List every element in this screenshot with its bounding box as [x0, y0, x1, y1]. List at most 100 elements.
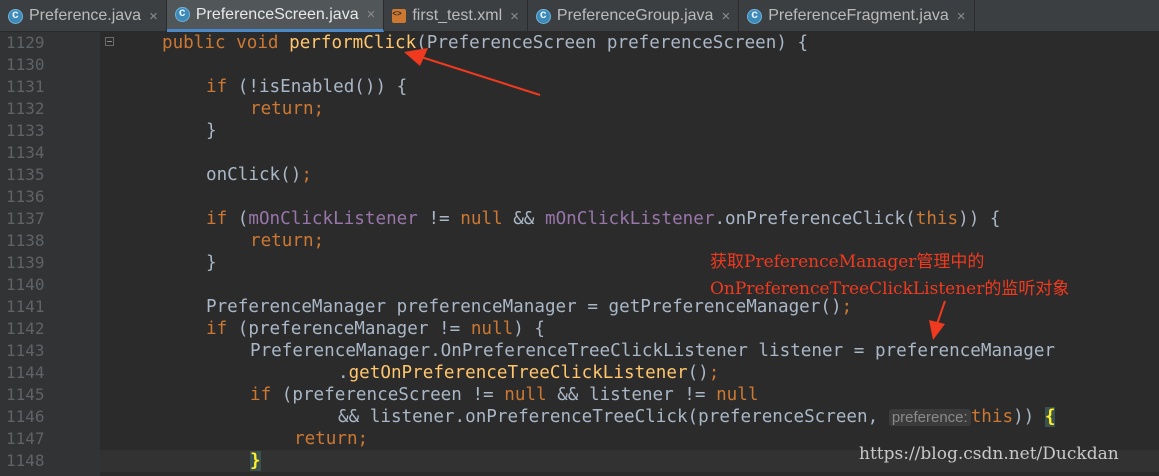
code-line-1145[interactable]: if (preferenceScreen != null && listener…: [250, 384, 758, 406]
keyword: null: [460, 209, 503, 229]
line-number: 1133: [6, 121, 45, 140]
close-icon[interactable]: ×: [367, 6, 376, 23]
arrow-to-listener: [929, 300, 946, 340]
close-icon[interactable]: ×: [957, 8, 966, 25]
tab-preferencescreen-java[interactable]: PreferenceScreen.java ×: [166, 0, 385, 32]
annotation-line-2: OnPreferenceTreeClickListener的监听对象: [710, 279, 1070, 299]
code-line-1129[interactable]: public void performClick(PreferenceScree…: [162, 32, 808, 54]
field: mOnClickListener: [248, 209, 418, 229]
fold-toggle-icon[interactable]: [105, 37, 114, 46]
code-text: (: [237, 209, 249, 229]
code-line-1139[interactable]: }: [206, 252, 217, 274]
code-text: !=: [417, 209, 461, 229]
line-number: 1129: [6, 33, 45, 52]
method-name: getOnPreferenceTreeClickListener: [348, 363, 688, 383]
java-class-icon: [8, 7, 23, 24]
java-class-icon: [535, 7, 551, 24]
code-text: PreferenceManager.OnPreferenceTreeClickL…: [250, 341, 1056, 361]
line-number: 1139: [6, 253, 45, 272]
keyword: this: [915, 209, 959, 229]
tab-label: Preference.java: [29, 7, 142, 24]
code-text: )) {: [958, 209, 1001, 229]
code-text: }: [206, 121, 217, 141]
code-text: (preferenceScreen !=: [281, 385, 505, 405]
line-number: 1130: [6, 55, 45, 74]
parameter-hint: preference:: [888, 409, 971, 426]
code-text: (PreferenceScreen preferenceScreen) {: [416, 33, 809, 53]
code-text: && listener !=: [546, 385, 717, 405]
method-name: performClick: [289, 33, 417, 53]
matched-brace: {: [1044, 407, 1056, 427]
keyword: if: [206, 209, 238, 229]
tab-label: first_test.xml: [412, 7, 503, 24]
line-number: 1131: [6, 77, 45, 96]
matched-brace: }: [250, 451, 261, 471]
line-number: 1134: [6, 143, 45, 162]
line-number: 1147: [6, 429, 45, 448]
watermark-url: https://blog.csdn.net/Duckdan: [859, 444, 1119, 464]
tab-label: PreferenceGroup.java: [556, 7, 714, 24]
code-text: &&: [502, 209, 545, 229]
code-line-1147[interactable]: return;: [294, 428, 368, 450]
code-text: onClick(): [206, 165, 302, 185]
line-number: 1148: [6, 451, 45, 470]
tab-preference-java[interactable]: Preference.java ×: [0, 0, 167, 32]
code-line-1142[interactable]: if (preferenceManager != null) {: [206, 318, 545, 340]
code-line-1133[interactable]: }: [206, 120, 217, 142]
code-line-1135[interactable]: onClick();: [206, 164, 312, 186]
tab-label: PreferenceFragment.java: [768, 7, 949, 24]
line-number: 1142: [6, 319, 45, 338]
code-line-1132[interactable]: return;: [250, 98, 324, 120]
code-line-1141[interactable]: PreferenceManager preferenceManager = ge…: [206, 296, 852, 318]
line-number: 1144: [6, 363, 45, 382]
keyword: null: [716, 385, 759, 405]
arrow-to-performclick: [404, 48, 541, 96]
line-number: 1138: [6, 231, 45, 250]
code-text: (preferenceManager !=: [237, 319, 471, 339]
line-number: 1146: [6, 407, 45, 426]
code-line-1138[interactable]: return;: [250, 230, 324, 252]
tab-first-test-xml[interactable]: first_test.xml ×: [384, 0, 528, 32]
code-line-1131[interactable]: if (!isEnabled()) {: [206, 76, 407, 98]
code-text: }: [206, 253, 217, 273]
keyword: if: [250, 385, 282, 405]
code-text: .: [338, 363, 349, 383]
code-text: (): [687, 363, 709, 383]
code-line-1148[interactable]: }: [250, 450, 261, 472]
close-icon[interactable]: ×: [510, 8, 519, 25]
line-number: 1132: [6, 99, 45, 118]
tab-preferencefragment-java[interactable]: PreferenceFragment.java ×: [739, 0, 975, 32]
keyword: this: [970, 407, 1014, 427]
line-number: 1143: [6, 341, 45, 360]
line-number: 1141: [6, 297, 45, 316]
keyword: return;: [250, 99, 325, 119]
annotation-line-1: 获取PreferenceManager管理中的: [710, 252, 985, 272]
line-number: 1140: [6, 275, 45, 294]
keyword: null: [504, 385, 547, 405]
line-number: 1136: [6, 187, 45, 206]
code-text: && listener.onPreferenceTreeClick(prefer…: [338, 407, 889, 427]
code-line-1146[interactable]: && listener.onPreferenceTreeClick(prefer…: [338, 406, 1056, 428]
code-line-1144[interactable]: .getOnPreferenceTreeClickListener();: [338, 362, 719, 384]
xml-file-icon: [392, 9, 407, 23]
code-text: )): [1013, 407, 1045, 427]
java-class-icon: [174, 5, 190, 22]
keyword: null: [470, 319, 514, 339]
code-line-1137[interactable]: if (mOnClickListener != null && mOnClick…: [206, 208, 1000, 230]
code-text: PreferenceManager preferenceManager = ge…: [206, 297, 842, 317]
close-icon[interactable]: ×: [721, 8, 730, 25]
editor-tab-bar: Preference.java × PreferenceScreen.java …: [0, 0, 1159, 32]
code-text: ) {: [513, 319, 545, 339]
keyword: if: [206, 319, 238, 339]
line-number-gutter[interactable]: 1129 1130 1131 1132 1133 1134 1135 1136 …: [0, 32, 100, 476]
semicolon: ;: [708, 363, 720, 383]
tab-label: PreferenceScreen.java: [195, 5, 359, 23]
code-line-1143[interactable]: PreferenceManager.OnPreferenceTreeClickL…: [250, 340, 1055, 362]
line-number: 1135: [6, 165, 45, 184]
code-text: (!isEnabled()) {: [237, 77, 408, 97]
keyword: return;: [250, 231, 325, 251]
close-icon[interactable]: ×: [149, 8, 158, 25]
tab-preferencegroup-java[interactable]: PreferenceGroup.java ×: [528, 0, 740, 32]
field: mOnClickListener: [544, 209, 715, 229]
semicolon: ;: [301, 165, 312, 185]
